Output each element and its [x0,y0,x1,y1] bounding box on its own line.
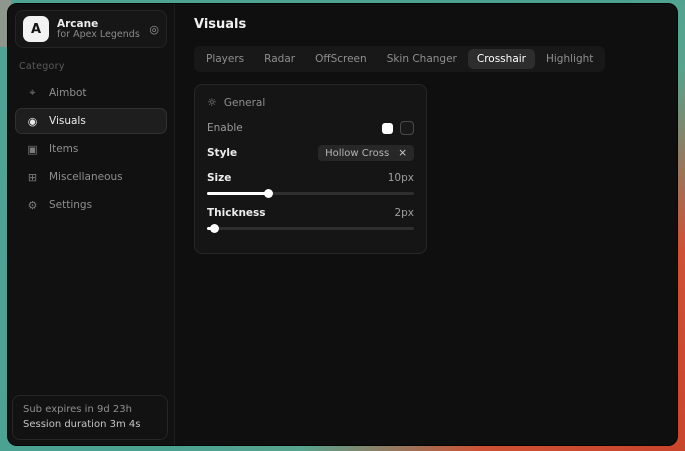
enable-label: Enable [207,122,243,134]
sidebar-item-label: Visuals [49,115,86,127]
sidebar: A Arcane for Apex Legends ◎ Category ⌖ A… [8,4,175,445]
tab-players[interactable]: Players [197,49,253,69]
enable-controls [382,121,414,135]
style-row: Style Hollow Cross × [207,145,414,161]
size-row: Size 10px [207,172,414,184]
section-title: General [224,97,265,109]
sun-icon: ☼ [207,96,217,109]
enable-row: Enable [207,121,414,135]
thickness-label: Thickness [207,207,266,219]
sidebar-item-visuals[interactable]: ◉ Visuals [15,108,167,134]
tab-offscreen[interactable]: OffScreen [306,49,376,69]
size-value: 10px [388,172,414,184]
profile-titles: Arcane for Apex Legends [57,18,141,41]
eye-icon: ◉ [26,115,39,128]
size-label: Size [207,172,231,184]
sidebar-item-label: Aimbot [49,87,87,99]
app-logo-letter: A [31,22,41,37]
clear-icon[interactable]: × [398,147,407,159]
style-label: Style [207,147,237,159]
sidebar-item-label: Settings [49,199,92,211]
thickness-value: 2px [394,207,414,219]
tab-highlight[interactable]: Highlight [537,49,602,69]
page-title: Visuals [194,17,677,32]
thickness-row: Thickness 2px [207,207,414,219]
general-panel: ☼ General Enable Style Hollow Cross × [194,84,427,254]
app-window: A Arcane for Apex Legends ◎ Category ⌖ A… [7,3,678,446]
sidebar-item-label: Items [49,143,78,155]
sidebar-item-label: Miscellaneous [49,171,123,183]
thickness-slider[interactable] [207,224,414,233]
thickness-slider-fill [207,227,215,230]
desktop-background: A Arcane for Apex Legends ◎ Category ⌖ A… [0,0,685,451]
subscription-info: Sub expires in 9d 23h Session duration 3… [12,395,168,440]
size-slider-thumb[interactable] [264,189,273,198]
sidebar-nav: ⌖ Aimbot ◉ Visuals ▣ Items ⊞ Miscellaneo… [15,80,167,218]
app-name: Arcane [57,18,141,30]
main-content: Visuals Players Radar OffScreen Skin Cha… [175,4,677,445]
general-panel-header: ☼ General [207,96,414,109]
app-logo: A [23,16,49,42]
grid-icon: ⊞ [26,171,39,184]
tab-crosshair[interactable]: Crosshair [468,49,535,69]
enable-checkbox[interactable] [400,121,414,135]
category-label: Category [19,61,167,72]
sidebar-item-miscellaneous[interactable]: ⊞ Miscellaneous [15,164,167,190]
thickness-slider-thumb[interactable] [210,224,219,233]
app-subtitle: for Apex Legends [57,30,141,41]
crosshair-icon: ⌖ [26,86,39,100]
target-icon[interactable]: ◎ [149,23,159,36]
cube-icon: ▣ [26,143,39,156]
tab-radar[interactable]: Radar [255,49,304,69]
size-slider[interactable] [207,189,414,198]
tab-skin-changer[interactable]: Skin Changer [378,49,466,69]
size-slider-fill [207,192,269,195]
style-select[interactable]: Hollow Cross × [318,145,414,161]
sidebar-item-settings[interactable]: ⚙ Settings [15,192,167,218]
sub-expires-text: Sub expires in 9d 23h [23,403,157,418]
color-swatch[interactable] [382,123,393,134]
profile-card[interactable]: A Arcane for Apex Legends ◎ [15,10,167,48]
sidebar-item-aimbot[interactable]: ⌖ Aimbot [15,80,167,106]
sidebar-item-items[interactable]: ▣ Items [15,136,167,162]
thickness-slider-track [207,227,414,230]
session-duration-text: Session duration 3m 4s [23,418,157,433]
style-selected-value: Hollow Cross [325,148,389,159]
gear-icon: ⚙ [26,199,39,212]
tab-bar: Players Radar OffScreen Skin Changer Cro… [194,46,605,72]
